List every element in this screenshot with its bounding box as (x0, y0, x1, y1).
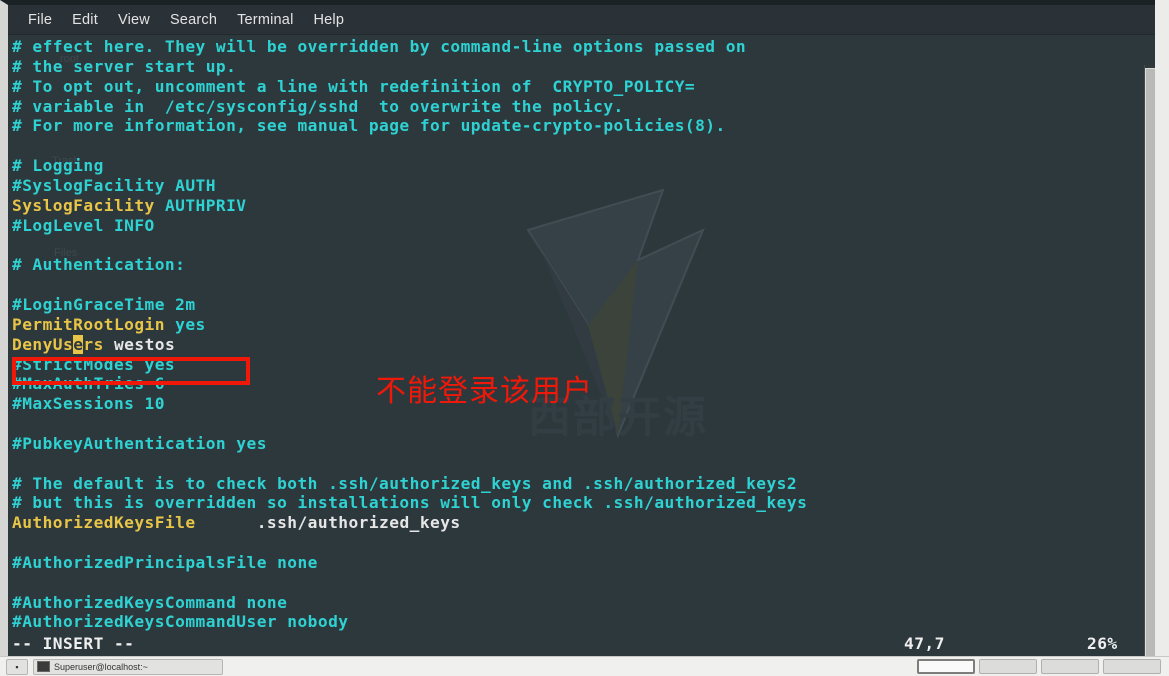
code-line: #AuthorizedPrincipalsFile none (12, 553, 1155, 573)
code-line: # variable in /etc/sysconfig/sshd to ove… (12, 97, 1155, 117)
code-line: DenyUsers westos (12, 334, 1155, 355)
text-cursor: e (73, 334, 84, 354)
workspace-1[interactable] (917, 659, 975, 674)
code-token: #AuthorizedKeysCommand none (12, 592, 288, 612)
code-line: #MaxAuthTries 6 (12, 374, 1155, 394)
code-line: #StrictModes yes (12, 355, 1155, 375)
vim-cursor-position: 47,7 (904, 634, 945, 653)
workspace-3[interactable] (1041, 659, 1099, 674)
code-token: PermitRootLogin (12, 314, 176, 334)
code-line: # but this is overridden so installation… (12, 493, 1155, 513)
code-line: SyslogFacility AUTHPRIV (12, 196, 1155, 216)
menu-help[interactable]: Help (304, 10, 355, 30)
code-token: DenyUs (12, 334, 74, 354)
code-token: #AuthorizedPrincipalsFile none (12, 552, 318, 572)
menu-terminal[interactable]: Terminal (227, 10, 303, 30)
screen: File Edit View Search Terminal Help root… (0, 0, 1169, 676)
menu-search[interactable]: Search (160, 10, 227, 30)
code-token: rs (83, 334, 114, 354)
code-token: #LogLevel INFO (12, 215, 155, 235)
terminal-icon (37, 661, 50, 672)
menu-file[interactable]: File (18, 10, 62, 30)
code-token: #MaxAuthTries 6 (12, 374, 165, 394)
code-token: AuthorizedKeysFile (12, 513, 196, 533)
code-line: #AuthorizedKeysCommand none (12, 593, 1155, 613)
code-line: # For more information, see manual page … (12, 116, 1155, 136)
taskbar-left: ▪ Superuser@localhost:~ (0, 658, 223, 675)
code-line: # the server start up. (12, 57, 1155, 77)
code-token: .ssh/authorized_keys (195, 513, 461, 533)
code-line: PermitRootLogin yes (12, 315, 1155, 335)
code-token: westos (113, 334, 176, 354)
menu-view[interactable]: View (108, 10, 160, 30)
code-line: # To opt out, uncomment a line with rede… (12, 77, 1155, 97)
workspace-switcher (917, 659, 1169, 674)
vim-editor-area[interactable]: root Trash Files 西部开源 # effect here. They … (8, 35, 1155, 656)
code-token: #StrictModes yes (12, 354, 176, 374)
code-line: #LogLevel INFO (12, 216, 1155, 236)
menu-edit[interactable]: Edit (62, 10, 108, 30)
show-desktop-button[interactable]: ▪ (6, 658, 28, 675)
code-line: # The default is to check both .ssh/auth… (12, 474, 1155, 494)
code-line: #LoginGraceTime 2m (12, 295, 1155, 315)
code-token: # but this is overridden so installation… (12, 493, 808, 513)
code-token: yes (175, 314, 206, 334)
code-token: # For more information, see manual page … (12, 116, 726, 136)
code-line: #PubkeyAuthentication yes (12, 434, 1155, 454)
code-token: #PubkeyAuthentication yes (12, 433, 267, 453)
code-token: # To opt out, uncomment a line with rede… (12, 76, 696, 96)
code-token: #AuthorizedKeysCommandUser nobody (12, 612, 349, 632)
vim-status-line: -- INSERT -- 47,7 26% (8, 634, 1155, 656)
taskbar: ▪ Superuser@localhost:~ (0, 656, 1169, 676)
terminal-window: File Edit View Search Terminal Help root… (0, 0, 1155, 656)
code-line: #MaxSessions 10 (12, 394, 1155, 414)
code-line: # Logging (12, 156, 1155, 176)
workspace-2[interactable] (979, 659, 1037, 674)
code-token: SyslogFacility (12, 195, 165, 215)
workspace-4[interactable] (1103, 659, 1161, 674)
code-token: # the server start up. (12, 56, 237, 76)
code-token: # The default is to check both .ssh/auth… (12, 473, 798, 493)
code-line: AuthorizedKeysFile .ssh/authorized_keys (12, 513, 1155, 533)
config-file-content[interactable]: # effect here. They will be overridden b… (8, 35, 1155, 632)
code-token: # Authentication: (12, 255, 186, 275)
code-token: AUTHPRIV (164, 195, 247, 215)
code-line: #AuthorizedKeysCommandUser nobody (12, 612, 1155, 632)
menubar: File Edit View Search Terminal Help (8, 5, 1155, 35)
code-token: #MaxSessions 10 (12, 394, 165, 414)
vim-mode-indicator: -- INSERT -- (12, 634, 135, 653)
code-token: # effect here. They will be overridden b… (12, 37, 747, 56)
desktop-right-strip (1155, 0, 1169, 656)
code-token: # Logging (12, 156, 104, 176)
code-line: #SyslogFacility AUTH (12, 176, 1155, 196)
vim-scroll-percent: 26% (1087, 634, 1118, 653)
code-token: #LoginGraceTime 2m (12, 294, 196, 314)
code-line: # effect here. They will be overridden b… (12, 37, 1155, 57)
code-line: # Authentication: (12, 255, 1155, 275)
taskbar-window-label: Superuser@localhost:~ (54, 661, 148, 672)
code-token: #SyslogFacility AUTH (12, 175, 216, 195)
taskbar-window-button[interactable]: Superuser@localhost:~ (33, 658, 223, 675)
code-token: # variable in /etc/sysconfig/sshd to ove… (12, 96, 624, 116)
scrollbar-thumb[interactable] (1145, 68, 1155, 656)
